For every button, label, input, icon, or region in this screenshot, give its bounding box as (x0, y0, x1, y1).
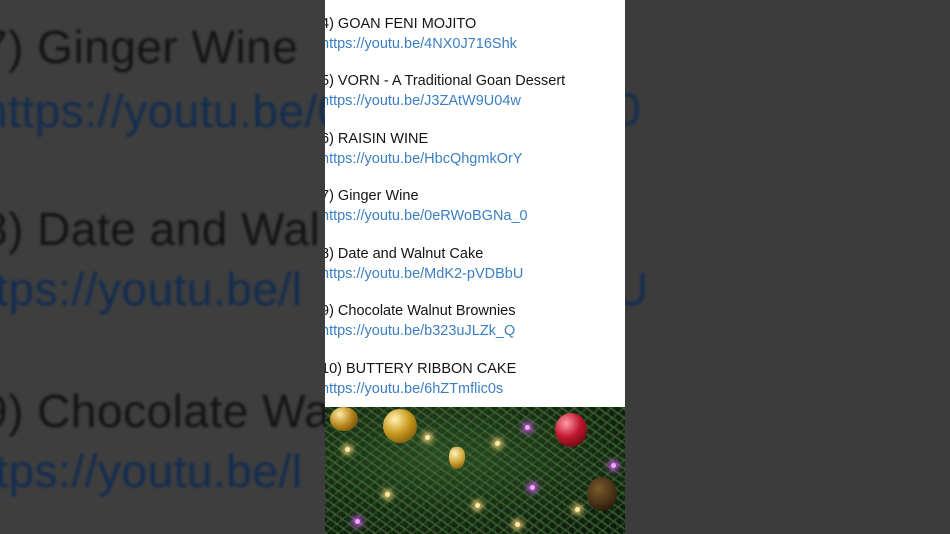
item-title: 7) Ginger Wine (325, 188, 419, 204)
item-link[interactable]: https://youtu.be/J3ZAtW9U04w (325, 93, 625, 110)
list-item: 10) BUTTERY RIBBON CAKE https://youtu.be… (325, 361, 625, 398)
light (345, 447, 350, 452)
light (425, 435, 430, 440)
gold-ornament (383, 409, 417, 443)
bg-right-area: 0 U (615, 0, 950, 534)
list-item: 4) GOAN FENI MOJITO https://youtu.be/4NX… (325, 16, 625, 53)
light (611, 463, 616, 468)
item-title: 4) GOAN FENI MOJITO (325, 16, 477, 32)
light (385, 492, 390, 497)
light (475, 503, 480, 508)
gold-ornament (449, 447, 465, 469)
item-link[interactable]: https://youtu.be/b323uJLZk_Q (325, 323, 625, 340)
item-link[interactable]: https://youtu.be/MdK2-pVDBbU (325, 266, 625, 283)
item-link[interactable]: https://youtu.be/4NX0J716Shk (325, 36, 625, 53)
item-link[interactable]: https://youtu.be/6hZTmflic0s (325, 381, 625, 398)
list-item: 5) VORN - A Traditional Goan Dessert htt… (325, 73, 625, 110)
recipe-list-panel: 4) GOAN FENI MOJITO https://youtu.be/4NX… (325, 0, 625, 407)
bg-link-date-walnut: ttps://youtu.be/l (0, 263, 303, 315)
list-item: 9) Chocolate Walnut Brownies https://you… (325, 303, 625, 340)
list-item: 7) Ginger Wine https://youtu.be/0eRWoBGN… (325, 188, 625, 225)
bg-link-ginger-wine: https://youtu.be/0 (0, 85, 344, 137)
light (355, 519, 360, 524)
light (530, 485, 535, 490)
list-item: 6) RAISIN WINE https://youtu.be/HbcQhgmk… (325, 131, 625, 168)
light (515, 522, 520, 527)
item-title: 6) RAISIN WINE (325, 131, 429, 147)
pinecone (587, 477, 617, 511)
light (495, 441, 500, 446)
light (525, 425, 530, 430)
gold-ornament (330, 407, 358, 431)
item-link[interactable]: https://youtu.be/HbcQhgmkOrY (325, 151, 625, 168)
item-title: 5) VORN - A Traditional Goan Dessert (325, 73, 566, 89)
item-link[interactable]: https://youtu.be/0eRWoBGNa_0 (325, 208, 625, 225)
item-title: 8) Date and Walnut Cake (325, 246, 484, 262)
bg-title-chocolate: 9) Chocolate Wa (0, 385, 331, 437)
christmas-tree-photo (325, 407, 625, 534)
red-ornament (555, 413, 587, 447)
light (575, 507, 580, 512)
list-item: 8) Date and Walnut Cake https://youtu.be… (325, 246, 625, 283)
bg-title-date-walnut: 8) Date and Wal (0, 203, 321, 255)
item-title: 10) BUTTERY RIBBON CAKE (325, 361, 517, 377)
bg-link-chocolate: ttps://youtu.be/l (0, 445, 303, 497)
item-title: 9) Chocolate Walnut Brownies (325, 303, 516, 319)
bg-title-ginger-wine: 7) Ginger Wine (0, 21, 299, 73)
